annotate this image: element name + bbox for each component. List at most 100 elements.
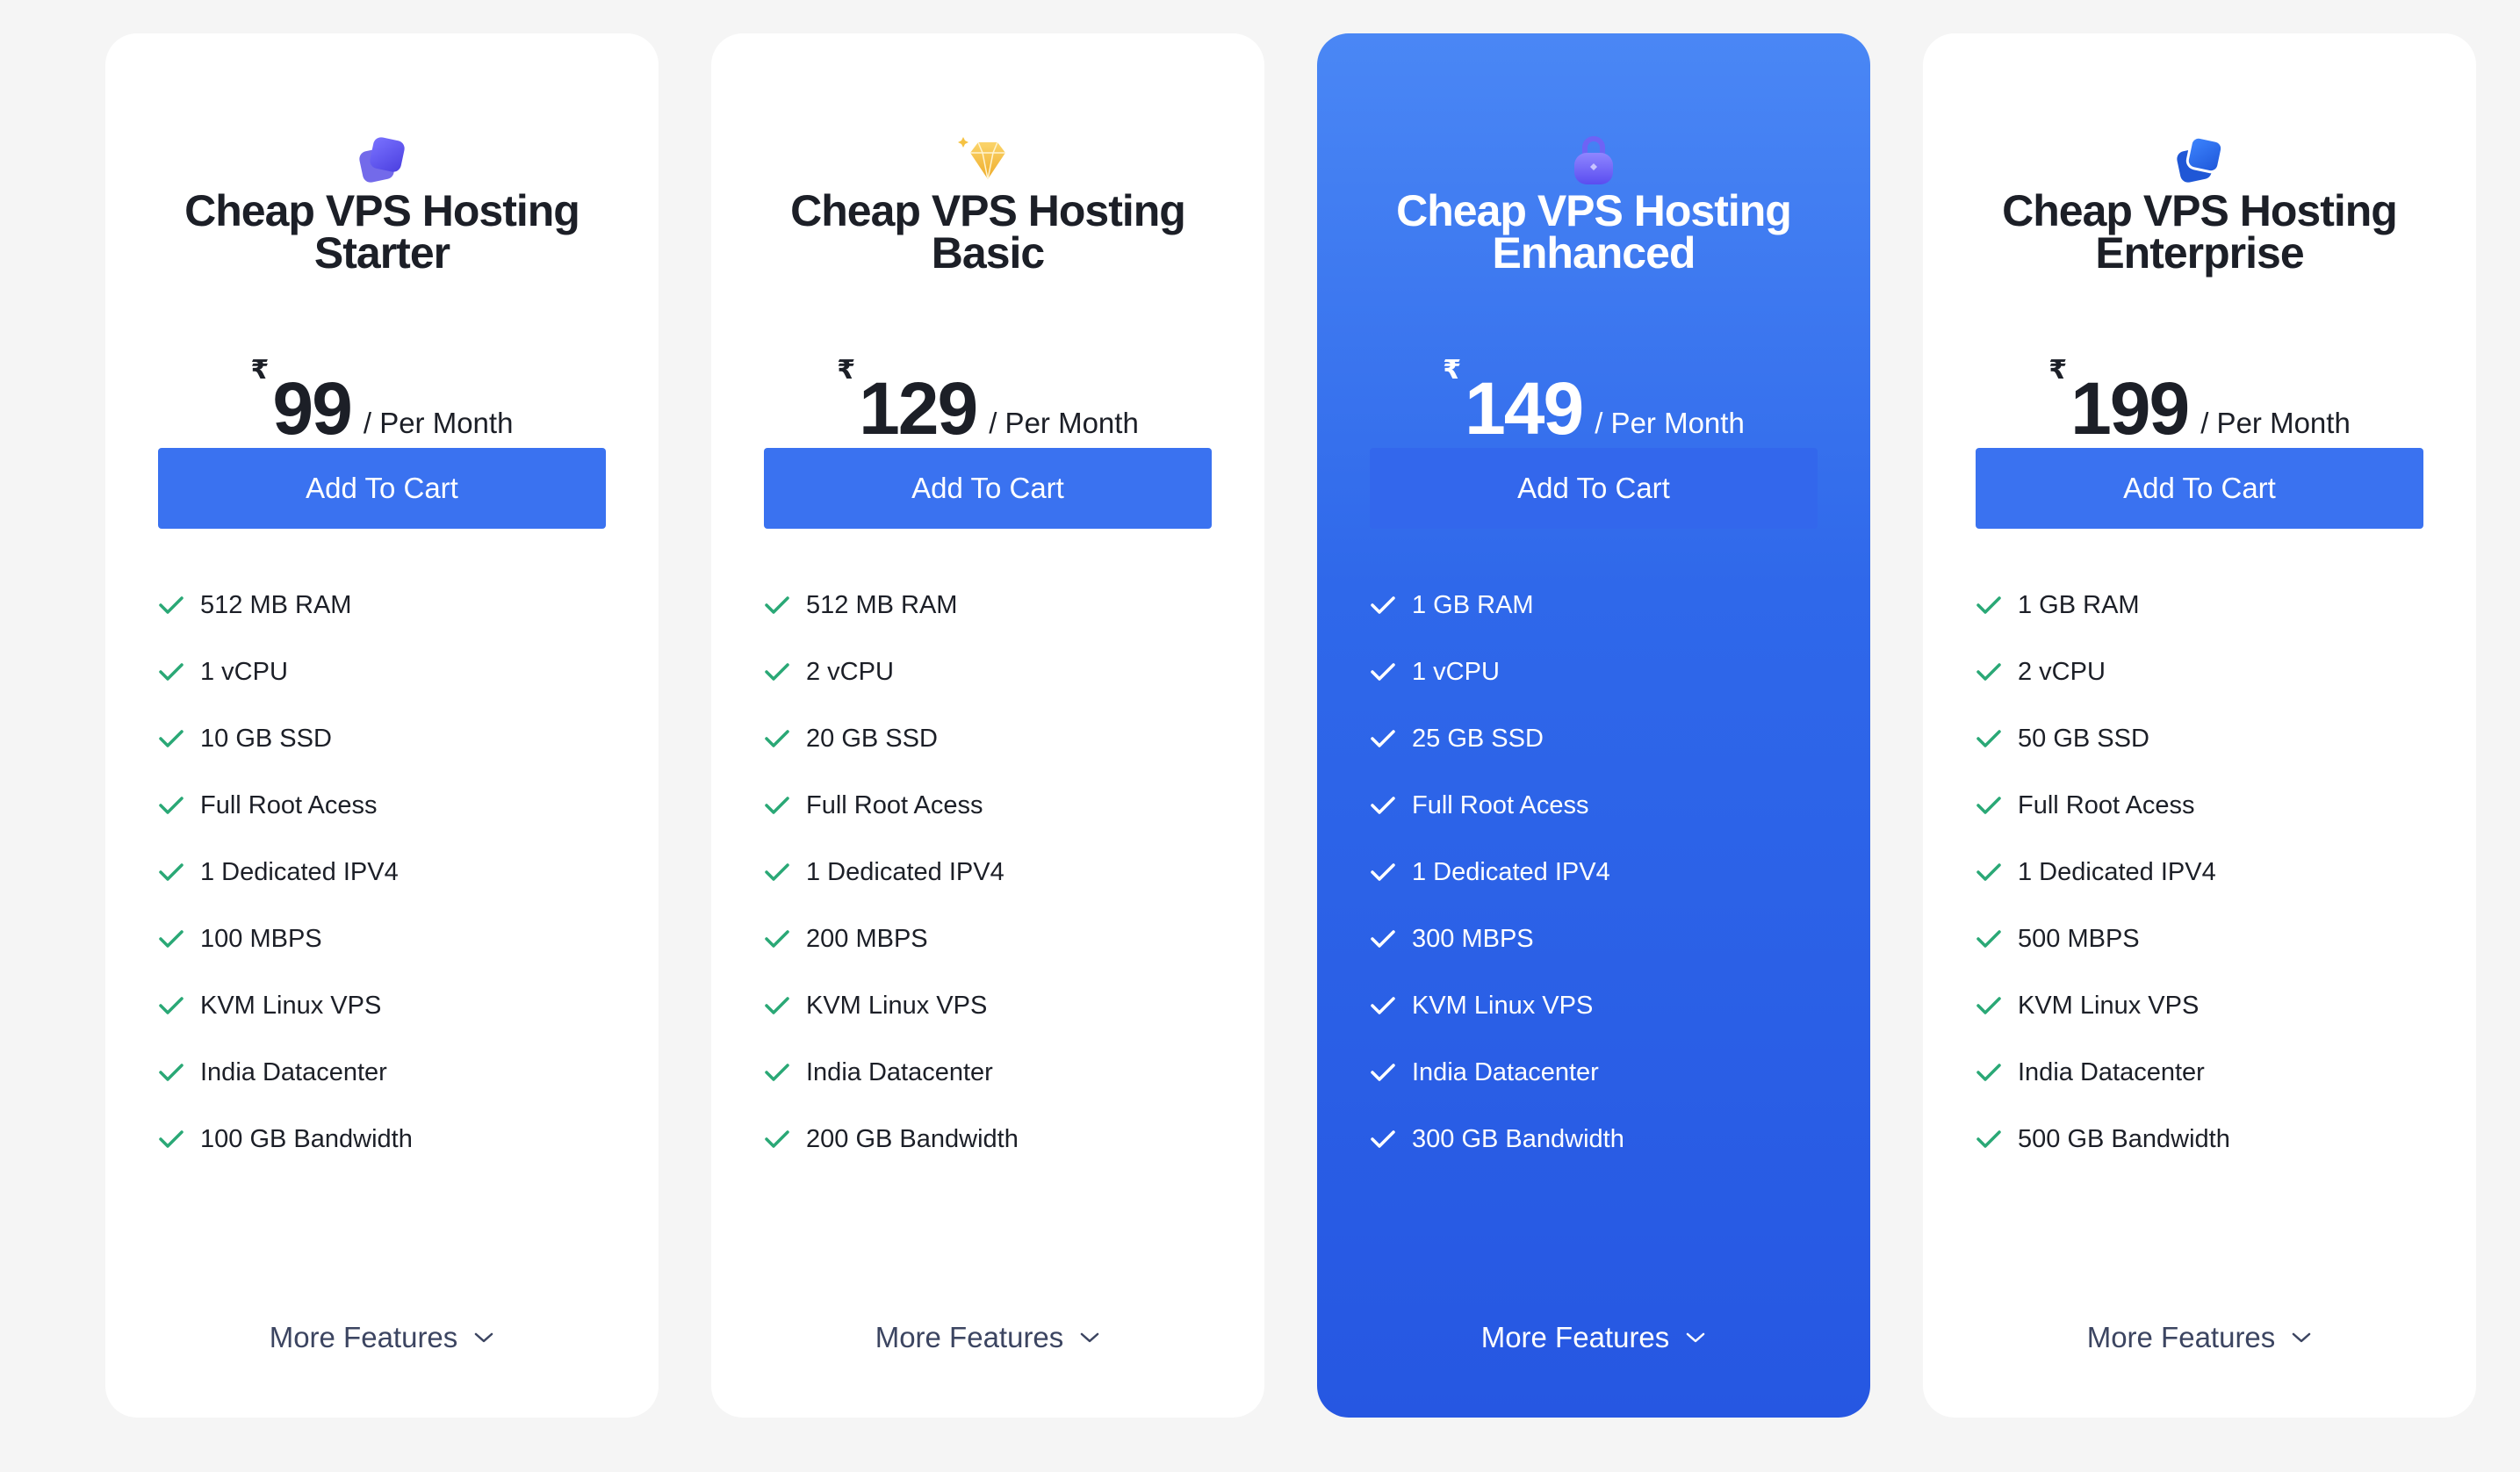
price: ₹ 129 / Per Month bbox=[711, 356, 1264, 450]
check-icon bbox=[158, 1056, 186, 1089]
feature-item: 1 Dedicated IPV4 bbox=[1976, 855, 2423, 922]
check-icon bbox=[158, 1122, 186, 1156]
plan-title: Cheap VPS Hosting Basic bbox=[790, 186, 1186, 278]
stacked-squares-icon bbox=[2166, 128, 2233, 195]
feature-item: Full Root Acess bbox=[1976, 789, 2423, 855]
check-icon bbox=[158, 655, 186, 689]
more-features-toggle[interactable]: More Features bbox=[1923, 1321, 2476, 1354]
check-icon bbox=[158, 989, 186, 1022]
feature-item: 512 MB RAM bbox=[764, 588, 1212, 655]
plan-title: Cheap VPS Hosting Enterprise bbox=[2002, 186, 2398, 278]
price-amount: 129 bbox=[859, 367, 978, 450]
plan-title: Cheap VPS Hosting Enhanced bbox=[1396, 186, 1792, 278]
check-icon bbox=[764, 989, 792, 1022]
price-amount: 99 bbox=[272, 367, 352, 450]
chevron-down-icon bbox=[475, 1332, 493, 1343]
add-to-cart-button[interactable]: Add To Cart bbox=[1370, 448, 1818, 529]
check-icon bbox=[1370, 989, 1398, 1022]
price-period: / Per Month bbox=[989, 407, 1139, 439]
chevron-down-icon bbox=[2293, 1332, 2311, 1343]
check-icon bbox=[764, 789, 792, 822]
add-to-cart-button[interactable]: Add To Cart bbox=[1976, 448, 2423, 529]
check-icon bbox=[764, 722, 792, 755]
feature-item: 500 GB Bandwidth bbox=[1976, 1122, 2423, 1189]
feature-item: 1 vCPU bbox=[1370, 655, 1818, 722]
feature-item: KVM Linux VPS bbox=[158, 989, 606, 1056]
check-icon bbox=[764, 1122, 792, 1156]
check-icon bbox=[1370, 855, 1398, 889]
feature-item: 25 GB SSD bbox=[1370, 722, 1818, 789]
check-icon bbox=[764, 588, 792, 622]
check-icon bbox=[1370, 922, 1398, 956]
more-features-toggle[interactable]: More Features bbox=[711, 1321, 1264, 1354]
feature-item: 1 vCPU bbox=[158, 655, 606, 722]
check-icon bbox=[158, 922, 186, 956]
feature-item: 200 GB Bandwidth bbox=[764, 1122, 1212, 1189]
feature-list: 512 MB RAM 2 vCPU 20 GB SSD Full Root Ac… bbox=[764, 588, 1212, 1189]
check-icon bbox=[158, 855, 186, 889]
check-icon bbox=[764, 1056, 792, 1089]
feature-item: 50 GB SSD bbox=[1976, 722, 2423, 789]
check-icon bbox=[158, 588, 186, 622]
feature-item: India Datacenter bbox=[764, 1056, 1212, 1122]
check-icon bbox=[158, 789, 186, 822]
feature-item: India Datacenter bbox=[1370, 1056, 1818, 1122]
check-icon bbox=[764, 855, 792, 889]
chevron-down-icon bbox=[1687, 1332, 1705, 1343]
currency-symbol: ₹ bbox=[1443, 356, 1462, 385]
currency-symbol: ₹ bbox=[250, 356, 270, 385]
feature-item: Full Root Acess bbox=[764, 789, 1212, 855]
feature-item: India Datacenter bbox=[1976, 1056, 2423, 1122]
feature-list: 1 GB RAM 2 vCPU 50 GB SSD Full Root Aces… bbox=[1976, 588, 2423, 1189]
plan-card-starter: Cheap VPS Hosting Starter ₹ 99 / Per Mon… bbox=[105, 33, 659, 1418]
check-icon bbox=[764, 655, 792, 689]
more-features-toggle[interactable]: More Features bbox=[1317, 1321, 1870, 1354]
plan-card-enterprise: Cheap VPS Hosting Enterprise ₹ 199 / Per… bbox=[1923, 33, 2476, 1418]
price-amount: 199 bbox=[2070, 367, 2190, 450]
currency-symbol: ₹ bbox=[837, 356, 856, 385]
price-period: / Per Month bbox=[2200, 407, 2351, 439]
check-icon bbox=[1976, 655, 2004, 689]
chevron-down-icon bbox=[1081, 1332, 1099, 1343]
check-icon bbox=[1976, 722, 2004, 755]
feature-list: 512 MB RAM 1 vCPU 10 GB SSD Full Root Ac… bbox=[158, 588, 606, 1189]
check-icon bbox=[1976, 855, 2004, 889]
check-icon bbox=[1370, 1122, 1398, 1156]
pricing-plans: Cheap VPS Hosting Starter ₹ 99 / Per Mon… bbox=[0, 0, 2520, 1472]
price: ₹ 99 / Per Month bbox=[105, 356, 659, 450]
add-to-cart-button[interactable]: Add To Cart bbox=[764, 448, 1212, 529]
stacked-squares-icon bbox=[349, 128, 415, 195]
add-to-cart-button[interactable]: Add To Cart bbox=[158, 448, 606, 529]
check-icon bbox=[1976, 922, 2004, 956]
feature-item: India Datacenter bbox=[158, 1056, 606, 1122]
more-features-toggle[interactable]: More Features bbox=[105, 1321, 659, 1354]
check-icon bbox=[1976, 588, 2004, 622]
price: ₹ 149 / Per Month bbox=[1317, 356, 1870, 450]
check-icon bbox=[1976, 989, 2004, 1022]
feature-item: 20 GB SSD bbox=[764, 722, 1212, 789]
plan-card-basic: Cheap VPS Hosting Basic ₹ 129 / Per Mont… bbox=[711, 33, 1264, 1418]
check-icon bbox=[1370, 789, 1398, 822]
price-amount: 149 bbox=[1465, 367, 1584, 450]
currency-symbol: ₹ bbox=[2048, 356, 2068, 385]
plan-title: Cheap VPS Hosting Starter bbox=[184, 186, 580, 278]
check-icon bbox=[1976, 1056, 2004, 1089]
check-icon bbox=[158, 722, 186, 755]
feature-item: 1 Dedicated IPV4 bbox=[1370, 855, 1818, 922]
feature-item: KVM Linux VPS bbox=[764, 989, 1212, 1056]
price: ₹ 199 / Per Month bbox=[1923, 356, 2476, 450]
check-icon bbox=[1976, 789, 2004, 822]
feature-item: 1 Dedicated IPV4 bbox=[764, 855, 1212, 922]
feature-item: 300 MBPS bbox=[1370, 922, 1818, 989]
check-icon bbox=[1976, 1122, 2004, 1156]
feature-item: KVM Linux VPS bbox=[1976, 989, 2423, 1056]
check-icon bbox=[1370, 722, 1398, 755]
feature-item: 1 Dedicated IPV4 bbox=[158, 855, 606, 922]
feature-item: 100 GB Bandwidth bbox=[158, 1122, 606, 1189]
diamond-icon bbox=[954, 128, 1021, 195]
feature-item: 2 vCPU bbox=[764, 655, 1212, 722]
feature-item: KVM Linux VPS bbox=[1370, 989, 1818, 1056]
feature-item: Full Root Acess bbox=[1370, 789, 1818, 855]
plan-card-enhanced: Cheap VPS Hosting Enhanced ₹ 149 / Per M… bbox=[1317, 33, 1870, 1418]
price-period: / Per Month bbox=[363, 407, 514, 439]
